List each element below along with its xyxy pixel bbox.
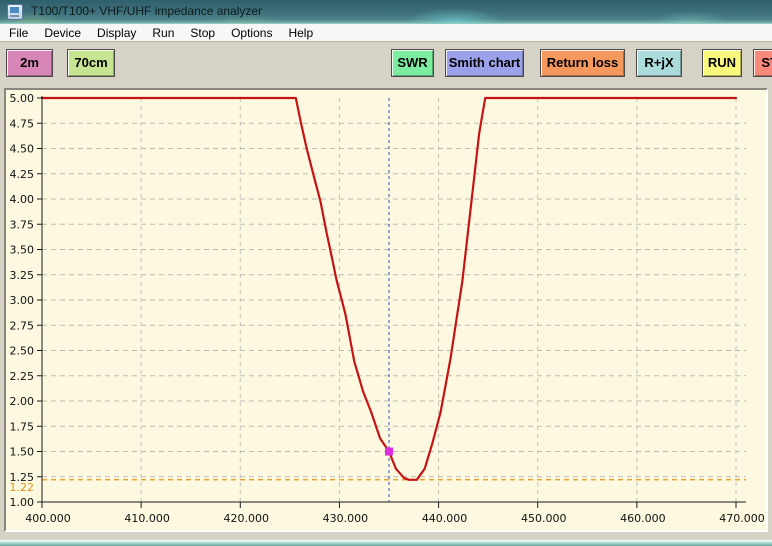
stop-button[interactable]: STOP [753, 49, 772, 77]
r-plus-jx-button[interactable]: R+jX [636, 49, 682, 77]
y-tick-label: 2.50 [10, 345, 35, 358]
app-window: T100/T100+ VHF/UHF impedance analyzer Fi… [0, 0, 772, 546]
y-tick-label: 4.50 [10, 143, 35, 156]
y-tick-label: 2.75 [10, 319, 35, 332]
app-icon[interactable] [7, 4, 23, 20]
menu-options[interactable]: Options [223, 25, 280, 41]
menu-help[interactable]: Help [280, 25, 321, 41]
menu-display[interactable]: Display [89, 25, 144, 41]
title-bar: T100/T100+ VHF/UHF impedance analyzer [0, 0, 772, 24]
y-tick-label: 3.00 [10, 294, 35, 307]
menu-file[interactable]: File [1, 25, 36, 41]
y-tick-label: 1.00 [10, 496, 35, 509]
chart-frame: 1.225.004.754.504.254.003.753.503.253.00… [0, 88, 772, 532]
y-tick-label: 2.00 [10, 395, 35, 408]
x-tick-label: 410.000 [124, 512, 170, 525]
x-tick-label: 470.000 [719, 512, 765, 525]
band-70cm-button[interactable]: 70cm [67, 49, 115, 77]
x-tick-label: 400.000 [25, 512, 71, 525]
toolbar: 2m 70cm From (kHz) To (kHz) SWR Smith ch… [0, 42, 772, 88]
y-tick-label: 4.25 [10, 168, 35, 181]
x-tick-label: 420.000 [224, 512, 270, 525]
x-tick-label: 460.000 [620, 512, 666, 525]
return-loss-button[interactable]: Return loss [540, 49, 625, 77]
y-tick-label: 4.00 [10, 193, 35, 206]
menu-stop[interactable]: Stop [182, 25, 223, 41]
x-tick-label: 440.000 [422, 512, 468, 525]
y-tick-label: 4.75 [10, 117, 35, 130]
swr-button[interactable]: SWR [391, 49, 434, 77]
chart-panel: 1.225.004.754.504.254.003.753.503.253.00… [4, 88, 768, 532]
smith-chart-button[interactable]: Smith chart [445, 49, 524, 77]
y-tick-label: 3.25 [10, 269, 35, 282]
window-bottom-inner-frame [0, 532, 772, 540]
y-tick-label: 3.50 [10, 244, 35, 257]
y-tick-label: 1.50 [10, 446, 35, 459]
x-tick-label: 450.000 [521, 512, 567, 525]
marker-point[interactable] [385, 448, 393, 456]
y-tick-label: 5.00 [10, 92, 35, 105]
y-tick-label: 1.25 [10, 471, 35, 484]
run-button[interactable]: RUN [702, 49, 742, 77]
window-title: T100/T100+ VHF/UHF impedance analyzer [31, 4, 262, 18]
x-tick-label: 430.000 [323, 512, 369, 525]
menu-device[interactable]: Device [36, 25, 89, 41]
band-2m-button[interactable]: 2m [6, 49, 53, 77]
menu-bar: File Device Display Run Stop Options Hel… [0, 24, 772, 42]
swr-plot[interactable]: 1.225.004.754.504.254.003.753.503.253.00… [6, 90, 766, 530]
menu-run[interactable]: Run [144, 25, 182, 41]
y-tick-label: 3.75 [10, 218, 35, 231]
window-bottom-glass-frame [0, 540, 772, 546]
y-tick-label: 2.25 [10, 370, 35, 383]
y-tick-label: 1.75 [10, 420, 35, 433]
